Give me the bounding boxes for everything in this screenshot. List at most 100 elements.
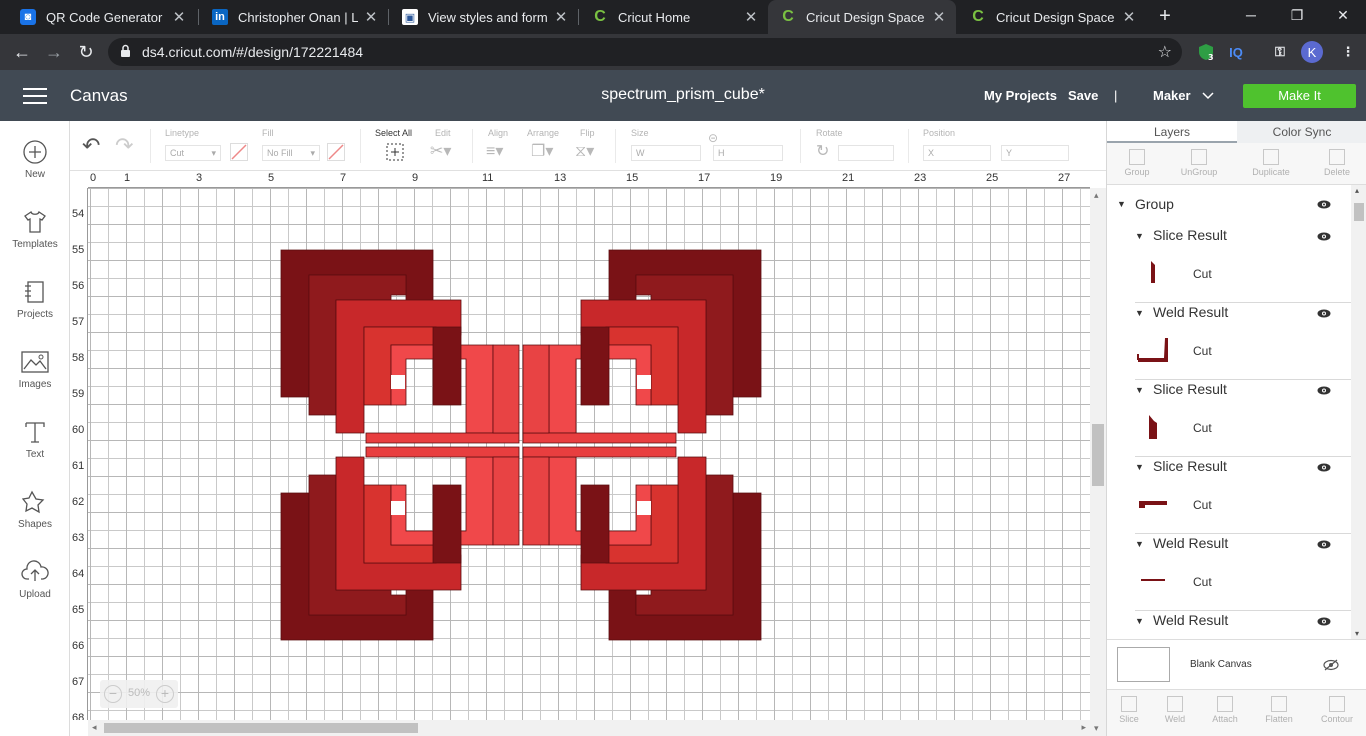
layer-item[interactable]: ▼ Slice Result Cut — [1107, 227, 1351, 303]
horizontal-scroll-thumb[interactable] — [104, 723, 418, 733]
extension-shield-icon[interactable]: 3 — [1196, 42, 1216, 62]
design-shape[interactable] — [492, 344, 520, 434]
caret-down-icon[interactable]: ▼ — [1135, 308, 1144, 318]
layer-item[interactable]: ▼ Slice Result Cut — [1107, 381, 1351, 457]
flip-icon[interactable]: ⧖▾ — [575, 141, 594, 161]
rotate-input[interactable] — [838, 145, 894, 161]
spectrum-prism-design[interactable] — [88, 188, 1090, 720]
close-icon[interactable]: ✕ — [172, 8, 186, 26]
minimize-button[interactable]: ─ — [1228, 0, 1274, 30]
eye-icon[interactable] — [1317, 232, 1331, 241]
tab-color-sync[interactable]: Color Sync — [1237, 121, 1366, 143]
browser-tab-linkedin[interactable]: in Christopher Onan | Link ✕ — [200, 0, 388, 34]
flatten-button[interactable]: Flatten — [1249, 696, 1309, 724]
bookmark-star-icon[interactable]: ☆ — [1158, 42, 1172, 62]
close-icon[interactable]: ✕ — [932, 8, 946, 26]
key-icon[interactable]: ⚿ — [1270, 42, 1290, 62]
menu-dots-icon[interactable]: ⋮ — [1338, 42, 1358, 62]
reload-icon[interactable]: ↻ — [74, 40, 98, 64]
fill-color-swatch[interactable] — [327, 143, 345, 166]
caret-down-icon[interactable]: ▼ — [1135, 231, 1144, 241]
eye-icon[interactable] — [1317, 386, 1331, 395]
design-shape[interactable] — [522, 456, 550, 546]
linetype-select[interactable]: Cut ▾ — [165, 145, 221, 161]
eye-icon[interactable] — [1317, 200, 1331, 209]
design-shape[interactable] — [492, 456, 520, 546]
extension-iq[interactable]: IQ — [1226, 42, 1246, 62]
select-all-label[interactable]: Select All — [375, 128, 412, 138]
duplicate-button[interactable]: Duplicate — [1241, 149, 1301, 177]
design-shape[interactable] — [365, 432, 520, 444]
scroll-down-icon[interactable]: ▾ — [1094, 723, 1099, 734]
browser-tab-qr[interactable]: ◙ QR Code Generator - N ✕ — [8, 0, 196, 34]
my-projects-link[interactable]: My Projects — [984, 88, 1057, 103]
profile-avatar[interactable]: K — [1301, 41, 1323, 63]
sidebar-item-images[interactable]: Images — [0, 345, 70, 405]
design-shape[interactable] — [365, 446, 520, 458]
linetype-color-swatch[interactable] — [230, 143, 248, 166]
zoom-in-button[interactable]: + — [156, 685, 174, 703]
design-shape[interactable] — [580, 326, 610, 406]
close-window-button[interactable]: ✕ — [1320, 0, 1366, 30]
eye-icon[interactable] — [1317, 617, 1331, 626]
edit-scissors-icon[interactable]: ✂▾ — [430, 141, 451, 161]
redo-icon[interactable]: ↷ — [115, 133, 133, 159]
design-canvas[interactable] — [88, 188, 1090, 720]
close-icon[interactable]: ✕ — [1122, 8, 1136, 26]
close-icon[interactable]: ✕ — [744, 8, 758, 26]
make-it-button[interactable]: Make It — [1243, 84, 1356, 108]
browser-tab-design-space[interactable]: C Cricut Design Space ✕ — [958, 0, 1146, 34]
sidebar-item-new[interactable]: New — [0, 135, 70, 195]
layer-group[interactable]: ▼ Group — [1107, 195, 1351, 215]
attach-button[interactable]: Attach — [1195, 696, 1255, 724]
zoom-out-button[interactable]: − — [104, 685, 122, 703]
browser-tab-design-space-active[interactable]: C Cricut Design Space ✕ — [768, 0, 956, 34]
design-shape[interactable] — [432, 326, 462, 406]
vertical-scrollbar[interactable]: ▴ ▾ — [1090, 188, 1106, 736]
delete-button[interactable]: Delete — [1307, 149, 1366, 177]
eye-icon[interactable] — [1317, 540, 1331, 549]
fill-select[interactable]: No Fill ▾ — [262, 145, 320, 161]
lock-ratio-icon[interactable]: ⊝ — [708, 131, 718, 145]
vertical-scroll-thumb[interactable] — [1092, 424, 1104, 486]
scroll-up-icon[interactable]: ▴ — [1094, 190, 1099, 201]
eye-icon[interactable] — [1317, 463, 1331, 472]
select-all-icon[interactable] — [386, 143, 404, 166]
arrange-icon[interactable]: ❐▾ — [531, 141, 553, 161]
close-icon[interactable]: ✕ — [554, 8, 568, 26]
design-shape[interactable] — [522, 432, 677, 444]
caret-down-icon[interactable]: ▼ — [1135, 385, 1144, 395]
group-button[interactable]: Group — [1107, 149, 1167, 177]
close-icon[interactable]: ✕ — [364, 8, 378, 26]
horizontal-scrollbar[interactable]: ◂ ▸ — [88, 720, 1090, 736]
ungroup-button[interactable]: UnGroup — [1169, 149, 1229, 177]
position-y-input[interactable]: Y — [1001, 145, 1069, 161]
caret-down-icon[interactable]: ▼ — [1135, 616, 1144, 626]
caret-down-icon[interactable]: ▼ — [1135, 462, 1144, 472]
hamburger-menu-icon[interactable] — [23, 88, 47, 104]
size-width-input[interactable]: W — [631, 145, 701, 161]
sidebar-item-templates[interactable]: Templates — [0, 205, 70, 265]
sidebar-item-projects[interactable]: Projects — [0, 275, 70, 335]
machine-select[interactable]: Maker — [1153, 88, 1214, 103]
save-link[interactable]: Save — [1068, 88, 1098, 103]
restore-button[interactable]: ❐ — [1274, 0, 1320, 30]
position-x-input[interactable]: X — [923, 145, 991, 161]
forward-icon[interactable]: → — [42, 40, 66, 64]
blank-canvas-row[interactable]: Blank Canvas — [1107, 639, 1366, 689]
design-shape[interactable] — [432, 484, 462, 564]
browser-tab-cricut-home[interactable]: C Cricut Home ✕ — [580, 0, 768, 34]
sidebar-item-text[interactable]: Text — [0, 415, 70, 475]
undo-icon[interactable]: ↶ — [82, 133, 100, 159]
size-height-input[interactable]: H — [713, 145, 783, 161]
address-bar[interactable]: ds4.cricut.com/#/design/172221484 ☆ — [108, 38, 1182, 66]
scroll-up-icon[interactable]: ▴ — [1355, 186, 1359, 195]
layer-scroll-thumb[interactable] — [1354, 203, 1364, 221]
sidebar-item-upload[interactable]: Upload — [0, 555, 70, 615]
new-tab-button[interactable]: + — [1155, 6, 1175, 26]
eye-hidden-icon[interactable] — [1323, 659, 1339, 671]
design-shape[interactable] — [522, 344, 550, 434]
scroll-left-icon[interactable]: ◂ — [92, 722, 97, 733]
caret-down-icon[interactable]: ▼ — [1117, 199, 1126, 209]
sidebar-item-shapes[interactable]: Shapes — [0, 485, 70, 545]
